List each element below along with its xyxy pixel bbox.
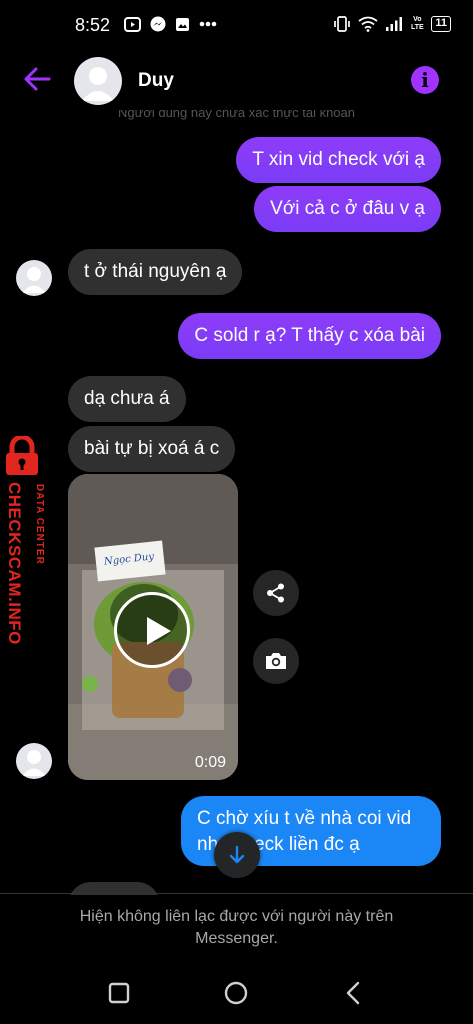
- contact-avatar-small[interactable]: [16, 743, 52, 779]
- vibrate-icon: [334, 16, 351, 32]
- share-button[interactable]: [253, 570, 299, 616]
- status-time: 8:52: [75, 15, 111, 35]
- battery-icon: 11: [431, 16, 451, 32]
- contact-avatar[interactable]: [74, 57, 122, 105]
- status-bar: 8:52 Vo LTE 11: [0, 0, 473, 50]
- chat-area[interactable]: Người dùng này chưa xác thực tài khoản T…: [0, 110, 473, 895]
- messenger-icon: [150, 16, 166, 32]
- recent-apps-icon[interactable]: [106, 980, 132, 1006]
- video-attachment[interactable]: Ngọc Duy 0:09: [68, 474, 238, 780]
- system-nav-bar: [0, 960, 473, 1024]
- message-bubble-incoming[interactable]: t ở thái nguyên ạ: [68, 249, 243, 295]
- watermark-checkscam: CHECKSCAM.INFO: [5, 482, 24, 645]
- wifi-icon: [358, 16, 378, 32]
- back-arrow-icon[interactable]: [22, 64, 52, 94]
- volte-icon: Vo LTE: [411, 16, 424, 31]
- message-bubble-incoming[interactable]: dạ chưa á: [68, 376, 186, 422]
- video-duration: 0:09: [194, 754, 226, 771]
- default-avatar-icon: [22, 267, 46, 293]
- message-bubble-outgoing[interactable]: Với cả c ở đâu v ạ: [254, 186, 441, 232]
- signal-icon: [386, 17, 403, 31]
- play-button[interactable]: [114, 592, 190, 668]
- home-icon[interactable]: [223, 980, 249, 1006]
- watermark-logo: DATA CENTER CHECKSCAM.INFO: [0, 436, 55, 666]
- arrow-down-icon: [229, 845, 245, 864]
- message-line: C chờ xíu t về nhà coi vid: [197, 808, 412, 829]
- faded-system-text: Người dùng này chưa xác thực tài khoản: [118, 110, 355, 120]
- status-left-icons: [124, 16, 217, 32]
- default-avatar-icon: [22, 750, 46, 776]
- chat-header: Duy i: [0, 50, 473, 110]
- watermark-data-center: DATA CENTER: [34, 484, 45, 565]
- notice-line-1: Hiện không liên lạc được với người này t…: [79, 908, 394, 925]
- notice-line-2: Messenger.: [195, 930, 278, 947]
- message-bubble-outgoing[interactable]: C sold r ạ? T thấy c xóa bài: [178, 313, 441, 359]
- lock-icon: [6, 436, 38, 475]
- camera-icon: [266, 653, 286, 669]
- cannot-contact-notice: Hiện không liên lạc được với người này t…: [0, 893, 473, 955]
- status-right-icons: Vo LTE 11: [333, 15, 451, 33]
- contact-avatar-small[interactable]: [16, 260, 52, 296]
- back-nav-icon[interactable]: [341, 980, 367, 1006]
- message-bubble-outgoing[interactable]: T xin vid check với ạ: [236, 137, 441, 183]
- contact-name[interactable]: Duy: [138, 70, 174, 92]
- share-icon: [267, 583, 284, 603]
- default-avatar-icon: [82, 67, 114, 101]
- gallery-icon: [176, 17, 189, 31]
- camera-button[interactable]: [253, 638, 299, 684]
- youtube-icon: [124, 16, 141, 32]
- info-icon[interactable]: i: [411, 66, 439, 94]
- message-bubble-incoming[interactable]: bài tự bị xoá á c: [68, 426, 236, 472]
- scroll-to-bottom-button[interactable]: [214, 832, 260, 878]
- more-dots-icon: [199, 21, 217, 27]
